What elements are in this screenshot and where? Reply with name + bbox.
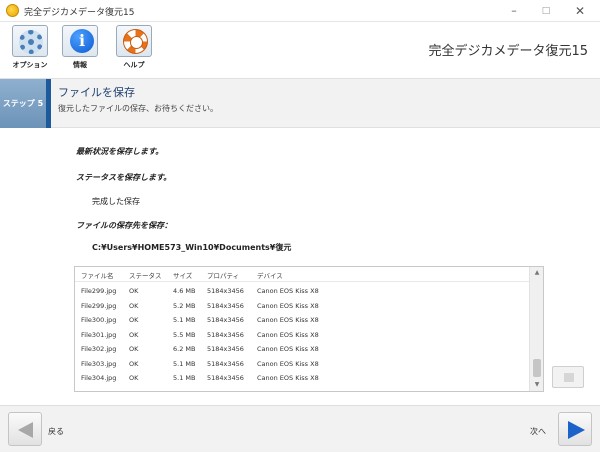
title-bar: 完全デジカメデータ復元15 – □ ✕ xyxy=(0,0,600,22)
table-cell: OK xyxy=(129,301,139,310)
table-cell: File303.jpg xyxy=(81,359,117,368)
scroll-thumb[interactable] xyxy=(533,359,541,377)
table-row[interactable]: File300.jpg OK 5.1 MB 5184x3456 Canon EOS Ki… xyxy=(75,313,530,327)
table-row[interactable]: File304.jpg OK 5.1 MB 5184x3456 Canon EOS Ki… xyxy=(75,371,530,385)
arrow-right-icon xyxy=(568,421,585,439)
next-label: 次へ xyxy=(530,427,546,436)
file-list-header: ファイル名 ステータス サイズ プロパティ デバイス xyxy=(75,267,530,282)
save-path: C:¥Users¥HOME573_Win10¥Documents¥復元 xyxy=(92,243,292,252)
vertical-scrollbar[interactable]: ▲ ▼ xyxy=(529,267,543,391)
table-cell: 5184x3456 xyxy=(207,330,244,339)
table-cell: OK xyxy=(129,287,139,295)
bottom-nav: 戻る 次へ xyxy=(0,405,600,452)
table-row[interactable]: File303.jpg OK 5.1 MB 5184x3456 Canon EOS Ki… xyxy=(75,357,530,371)
status-text: 完成した保存 xyxy=(92,197,140,206)
maximize-button[interactable]: □ xyxy=(532,2,560,20)
table-cell: File300.jpg xyxy=(81,316,117,324)
table-cell: Canon EOS Kiss X8 xyxy=(257,301,319,310)
window-title: 完全デジカメデータ復元15 xyxy=(24,8,135,18)
open-folder-button[interactable] xyxy=(552,366,584,388)
back-label: 戻る xyxy=(48,427,64,436)
table-row[interactable]: File299.jpg OK 4.6 MB 5184x3456 Canon EOS Ki… xyxy=(75,284,530,298)
info-button[interactable]: i 情報 xyxy=(58,25,102,75)
table-cell: Canon EOS Kiss X8 xyxy=(257,345,319,353)
table-cell: 5.5 MB xyxy=(173,330,196,339)
save-location-heading: ファイルの保存先を保存： xyxy=(76,221,172,230)
column-header[interactable]: ステータス xyxy=(129,270,162,280)
table-cell: 5184x3456 xyxy=(207,345,244,353)
column-header[interactable]: ファイル名 xyxy=(81,270,114,280)
info-icon: i xyxy=(70,29,94,53)
table-cell: 5184x3456 xyxy=(207,374,244,382)
table-cell: 5.1 MB xyxy=(173,359,196,368)
table-cell: File304.jpg xyxy=(81,374,117,382)
help-button[interactable]: ヘルプ xyxy=(112,25,156,75)
info-label: 情報 xyxy=(73,61,87,69)
table-cell: 6.2 MB xyxy=(173,345,196,353)
table-cell: Canon EOS Kiss X8 xyxy=(257,287,319,295)
lifebuoy-icon xyxy=(123,29,148,54)
table-cell: 5184x3456 xyxy=(207,301,244,310)
toolbar: オプション i 情報 ヘルプ 完全デジカメデータ復元15 xyxy=(0,22,600,78)
table-cell: OK xyxy=(129,330,139,339)
table-cell: 5.1 MB xyxy=(173,316,196,324)
options-button[interactable]: オプション xyxy=(8,25,52,75)
step-subtitle: 復元したファイルの保存、お待ちください。 xyxy=(58,104,218,113)
step-header: ステップ 5 ファイルを保存 復元したファイルの保存、お待ちください。 xyxy=(0,78,600,128)
table-cell: File299.jpg xyxy=(81,301,117,310)
table-cell: 5.1 MB xyxy=(173,374,196,382)
step-title: ファイルを保存 xyxy=(58,86,135,99)
column-header[interactable]: サイズ xyxy=(173,270,192,280)
next-button[interactable] xyxy=(558,412,592,446)
close-button[interactable]: ✕ xyxy=(566,2,594,20)
table-cell: File299.jpg xyxy=(81,287,117,295)
gear-icon xyxy=(19,30,43,54)
table-cell: OK xyxy=(129,316,139,324)
table-cell: 5184x3456 xyxy=(207,359,244,368)
app-icon xyxy=(6,4,19,17)
options-label: オプション xyxy=(12,61,48,69)
table-row[interactable]: File302.jpg OK 6.2 MB 5184x3456 Canon EOS Ki… xyxy=(75,342,530,356)
file-list[interactable]: ファイル名 ステータス サイズ プロパティ デバイス File299.jpg OK… xyxy=(74,266,544,392)
table-row[interactable]: File301.jpg OK 5.5 MB 5184x3456 Canon EOS Ki… xyxy=(75,328,530,342)
table-cell: Canon EOS Kiss X8 xyxy=(257,330,319,339)
table-cell: 5184x3456 xyxy=(207,316,244,324)
table-cell: File302.jpg xyxy=(81,345,117,353)
table-cell: 5.2 MB xyxy=(173,301,196,310)
table-cell: Canon EOS Kiss X8 xyxy=(257,359,319,368)
table-cell: File301.jpg xyxy=(81,330,117,339)
status-line-1: 最新状況を保存します。 xyxy=(76,147,164,156)
arrow-left-icon xyxy=(18,422,33,438)
step-label: ステップ 5 xyxy=(0,79,46,128)
app-title: 完全デジカメデータ復元15 xyxy=(428,44,588,59)
column-header[interactable]: デバイス xyxy=(257,270,283,280)
table-cell: OK xyxy=(129,374,139,382)
table-cell: 5184x3456 xyxy=(207,287,244,295)
table-cell: OK xyxy=(129,359,139,368)
minimize-button[interactable]: – xyxy=(500,2,528,20)
table-cell: Canon EOS Kiss X8 xyxy=(257,374,319,382)
table-cell: 4.6 MB xyxy=(173,287,196,295)
scroll-up-icon[interactable]: ▲ xyxy=(530,267,543,279)
table-cell: OK xyxy=(129,345,139,353)
status-line-2: ステータスを保存します。 xyxy=(76,173,172,182)
step-accent-bar xyxy=(46,79,51,128)
column-header[interactable]: プロパティ xyxy=(207,270,239,280)
back-button[interactable] xyxy=(8,412,42,446)
table-cell: Canon EOS Kiss X8 xyxy=(257,316,319,324)
help-label: ヘルプ xyxy=(123,61,145,69)
scroll-down-icon[interactable]: ▼ xyxy=(530,379,543,391)
table-row[interactable]: File299.jpg OK 5.2 MB 5184x3456 Canon EOS Ki… xyxy=(75,299,530,313)
